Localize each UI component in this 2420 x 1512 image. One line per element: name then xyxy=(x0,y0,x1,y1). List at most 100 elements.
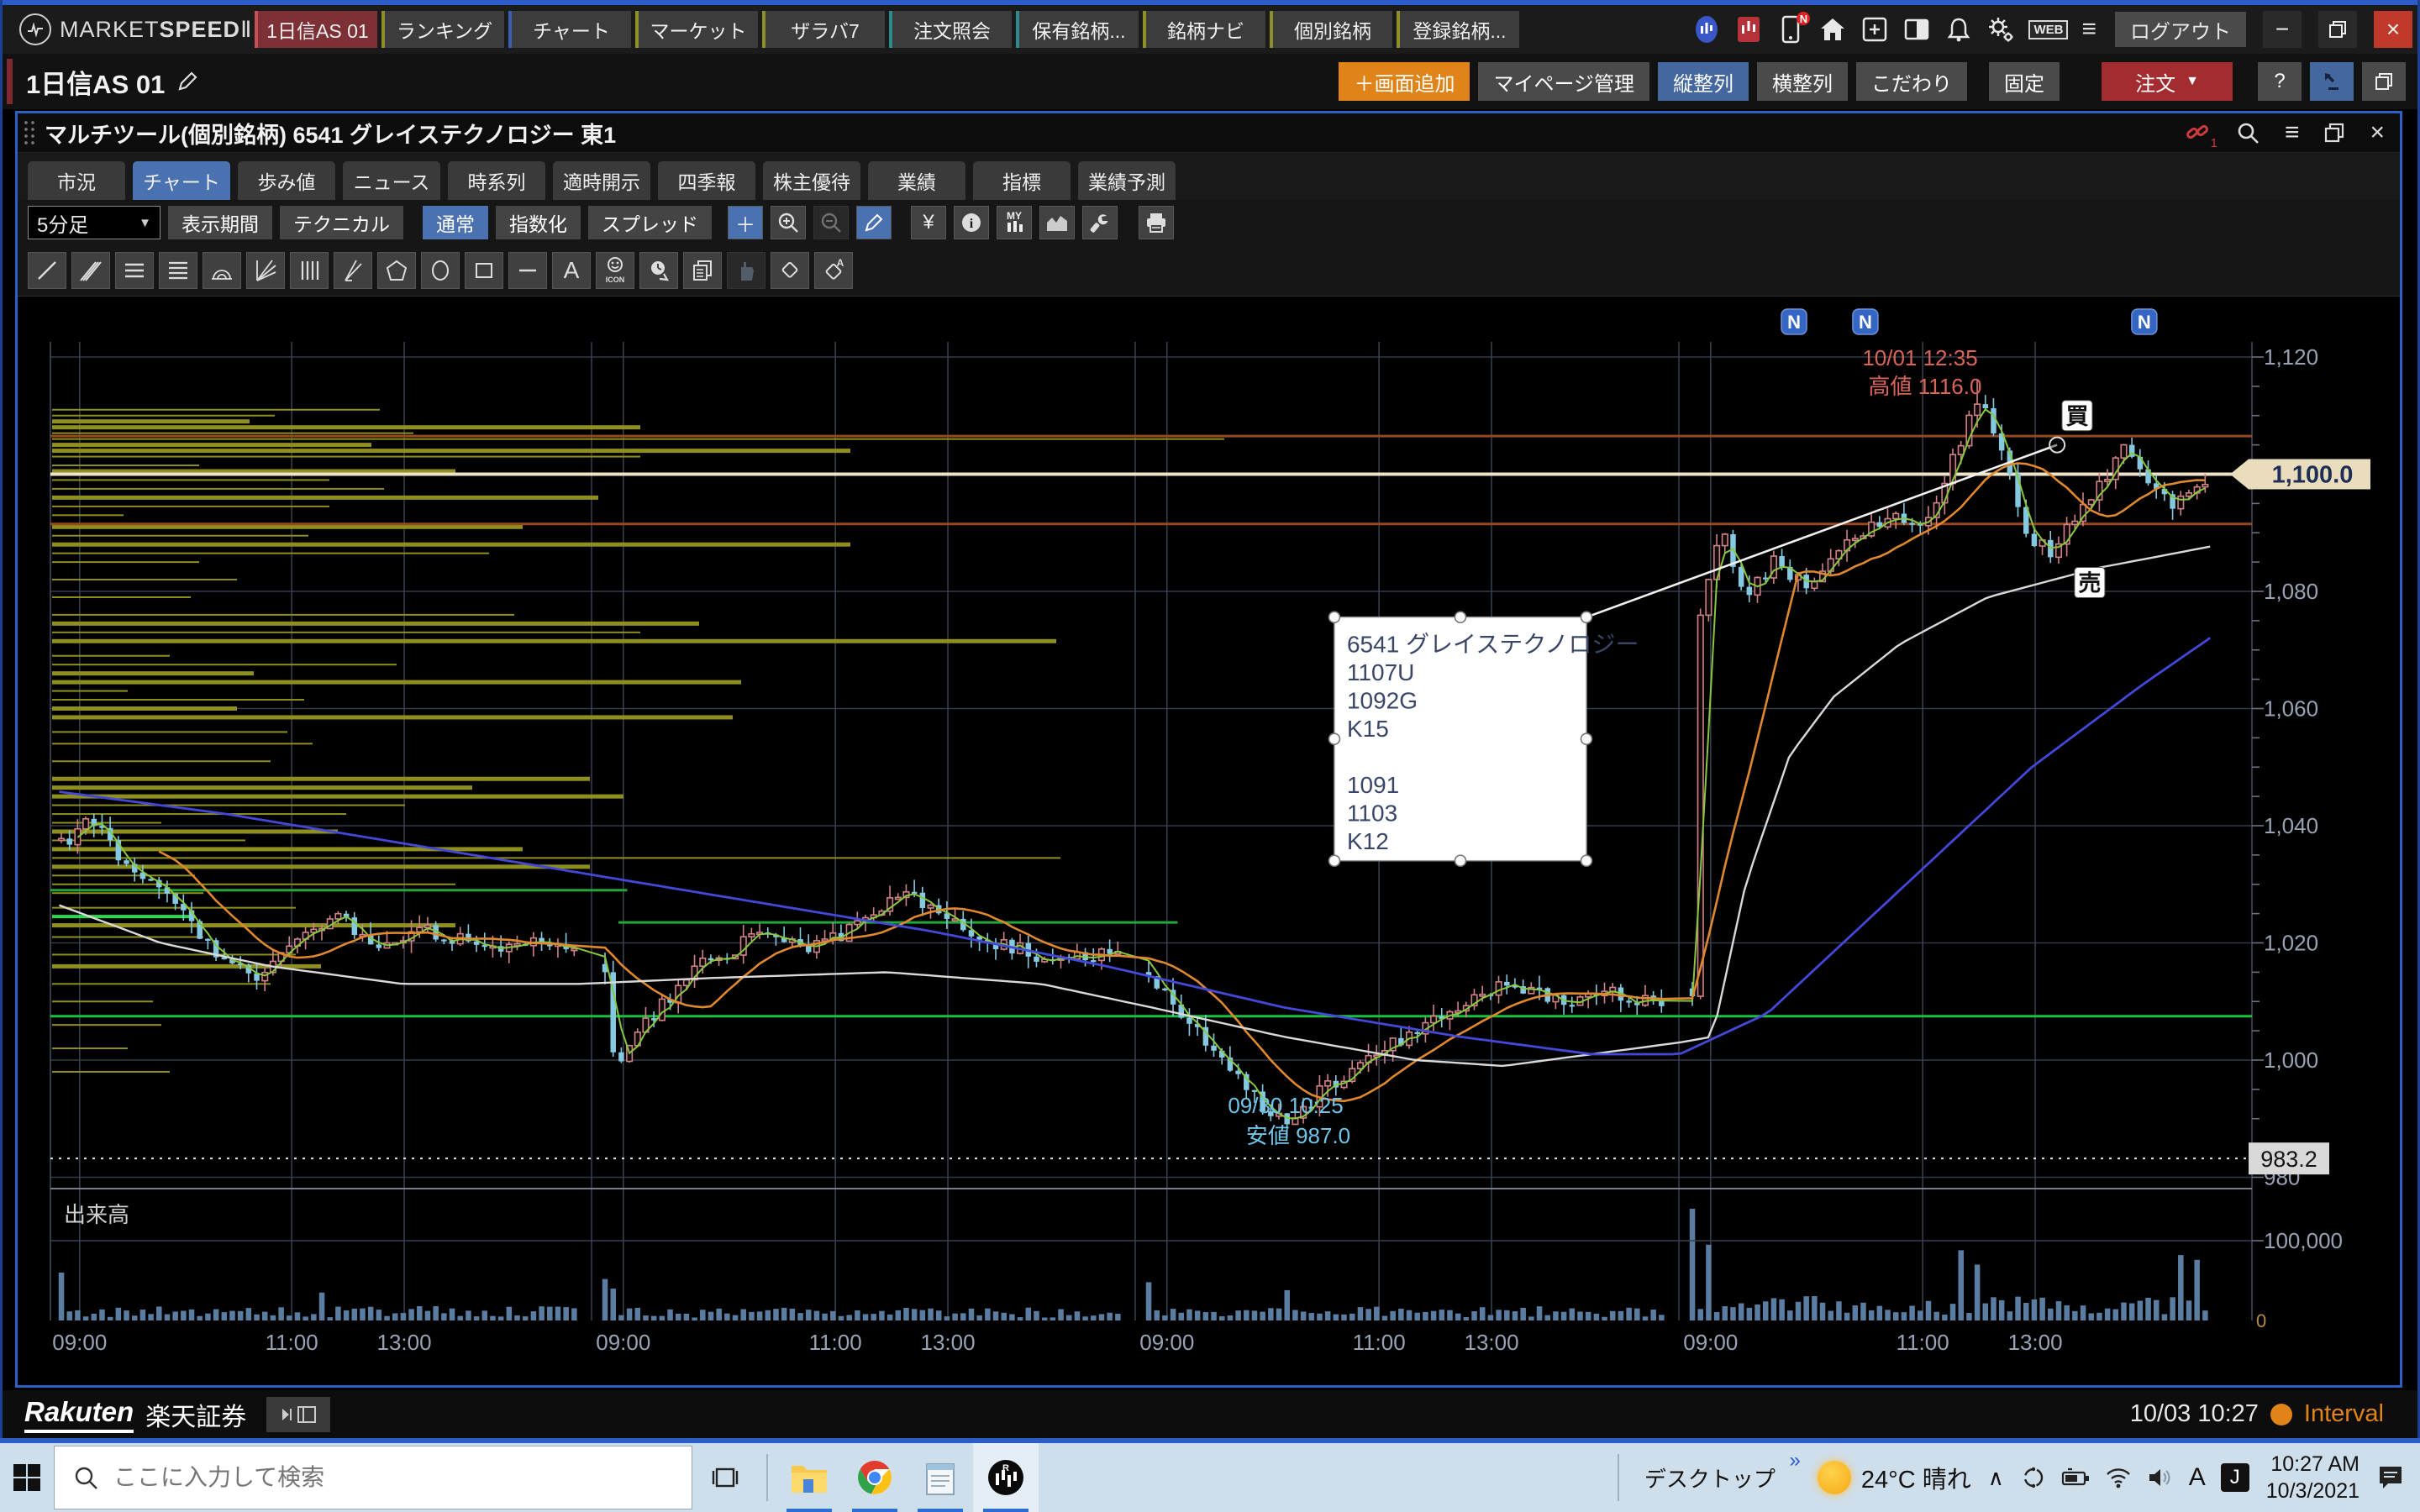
pentagon-tool[interactable] xyxy=(377,252,416,289)
task-view-button[interactable] xyxy=(692,1443,758,1512)
menu-hamburger-icon[interactable]: ≡ xyxy=(2081,17,2096,42)
horizontal-lines-4-tool[interactable] xyxy=(159,252,197,289)
marketspeed-button[interactable]: R xyxy=(973,1443,1039,1512)
home-icon[interactable] xyxy=(1818,15,1847,44)
note-box-handle[interactable] xyxy=(1581,855,1591,866)
print-button[interactable] xyxy=(1139,206,1174,239)
settings-gear-icon[interactable] xyxy=(1986,15,2015,44)
app-minimize-button[interactable]: − xyxy=(2263,11,2302,48)
battery-icon[interactable] xyxy=(2061,1467,2090,1488)
menu-tab-zaraba7[interactable]: ザラバ7 xyxy=(762,11,885,48)
start-button[interactable] xyxy=(0,1443,54,1512)
note-box-handle[interactable] xyxy=(1581,612,1591,622)
zoom-in-button[interactable] xyxy=(771,206,806,239)
my-page-button[interactable]: マイページ管理 xyxy=(1478,62,1649,101)
technical-button[interactable]: テクニカル xyxy=(280,206,403,239)
sync-icon[interactable] xyxy=(2021,1465,2046,1490)
help-button[interactable]: ? xyxy=(2258,62,2302,101)
erase-all-tool[interactable]: A xyxy=(814,252,853,289)
my-chart-button[interactable]: MY xyxy=(997,206,1032,239)
notepad-button[interactable] xyxy=(908,1443,973,1512)
tab-tekijikaiji[interactable]: 適時開示 xyxy=(553,161,650,200)
edit-pencil-icon[interactable] xyxy=(176,71,198,92)
spread-mode-button[interactable]: スプレッド xyxy=(588,206,712,239)
menu-tab-1nichi-shin-as01[interactable]: 1日信AS 01 xyxy=(255,11,377,48)
app-close-button[interactable]: × xyxy=(2374,11,2412,48)
chart-area[interactable]: NNN買売10/01 12:35高値 1116.009/30 10:25安値 9… xyxy=(18,302,2400,1387)
menu-tab-registered-stocks[interactable]: 登録銘柄... xyxy=(1397,11,1519,48)
settings-wrench-button[interactable] xyxy=(1082,206,1118,239)
fan-lines-tool[interactable] xyxy=(246,252,285,289)
menu-tab-order-inquiry[interactable]: 注文照会 xyxy=(889,11,1012,48)
menu-tab-chart[interactable]: チャート xyxy=(508,11,631,48)
display-period-button[interactable]: 表示期間 xyxy=(168,206,272,239)
zoom-out-button[interactable] xyxy=(813,206,849,239)
signal-badge[interactable]: 買 xyxy=(2062,401,2092,431)
chevron-expand-icon[interactable]: » xyxy=(1790,1449,1801,1473)
menu-tab-ranking[interactable]: ランキング xyxy=(381,11,504,48)
ellipse-tool[interactable] xyxy=(421,252,460,289)
ime-mode-j[interactable]: J xyxy=(2221,1463,2249,1492)
notification-center-icon[interactable] xyxy=(2376,1463,2407,1492)
logout-button[interactable]: ログアウト xyxy=(2115,12,2246,47)
eraser-tool[interactable] xyxy=(771,252,809,289)
search-icon[interactable] xyxy=(2236,121,2260,144)
tab-ayumine[interactable]: 歩み値 xyxy=(238,161,335,200)
note-box-handle[interactable] xyxy=(1328,612,1339,622)
note-box-handle[interactable] xyxy=(1455,855,1465,866)
chart-app-blue-icon[interactable] xyxy=(1692,15,1721,44)
news-marker[interactable]: N xyxy=(2132,309,2157,334)
add-screen-button[interactable]: ＋画面追加 xyxy=(1339,62,1470,101)
tab-shikyo[interactable]: 市況 xyxy=(28,161,125,200)
menu-tab-stock-navi[interactable]: 銘柄ナビ xyxy=(1143,11,1265,48)
file-explorer-button[interactable] xyxy=(776,1443,842,1512)
window-copy-button[interactable] xyxy=(2362,62,2406,101)
horizontal-lines-3-tool[interactable] xyxy=(115,252,154,289)
tab-chart[interactable]: チャート xyxy=(133,161,230,200)
statusbar-panel-toggle[interactable] xyxy=(266,1397,330,1432)
parallel-channel-tool[interactable] xyxy=(71,252,110,289)
tab-shihyo[interactable]: 指標 xyxy=(973,161,1071,200)
note-box-handle[interactable] xyxy=(1455,612,1465,622)
tab-shikiho[interactable]: 四季報 xyxy=(658,161,755,200)
window-close-icon[interactable]: × xyxy=(2370,118,2385,147)
menu-tab-individual-stock[interactable]: 個別銘柄 xyxy=(1270,11,1392,48)
tab-gyoseki-yosoku[interactable]: 業績予測 xyxy=(1078,161,1176,200)
kodawari-button[interactable]: こだわり xyxy=(1856,62,1967,101)
crosshair-button[interactable]: ＋ xyxy=(728,206,763,239)
menu-tab-holdings[interactable]: 保有銘柄... xyxy=(1016,11,1139,48)
copy-settings-tool[interactable] xyxy=(683,252,722,289)
volume-icon[interactable] xyxy=(2147,1467,2174,1488)
yen-display-button[interactable]: ¥ xyxy=(911,206,946,239)
horizontal-align-button[interactable]: 横整列 xyxy=(1757,62,1848,101)
order-button[interactable]: 注文▼ xyxy=(2102,62,2233,101)
window-duplicate-icon[interactable] xyxy=(2324,123,2344,143)
search-input[interactable] xyxy=(112,1463,619,1492)
mobile-notification-icon[interactable]: N xyxy=(1776,15,1805,44)
wifi-icon[interactable] xyxy=(2105,1467,2132,1488)
taskbar-clock[interactable]: 10:27 AM 10/3/2021 xyxy=(2266,1451,2360,1505)
info-button[interactable]: i xyxy=(954,206,989,239)
panel-layout-icon[interactable] xyxy=(1902,15,1931,44)
multitool-titlebar[interactable]: マルチツール(個別銘柄) 6541 グレイステクノロジー 東1 1 ≡ × xyxy=(18,113,2400,153)
pin-button[interactable]: 固定 xyxy=(1989,62,2060,101)
trend-line-handle[interactable] xyxy=(2049,438,2065,453)
area-chart-button[interactable] xyxy=(1039,206,1075,239)
horizontal-segment-tool[interactable] xyxy=(508,252,547,289)
price-chart[interactable]: NNN買売10/01 12:35高値 1116.009/30 10:25安値 9… xyxy=(18,302,2400,1387)
desktop-toolbar[interactable]: デスクトップ » xyxy=(1644,1462,1801,1494)
window-menu-icon[interactable]: ≡ xyxy=(2285,120,2300,145)
trendline-tool[interactable] xyxy=(28,252,66,289)
app-restore-button[interactable] xyxy=(2318,11,2357,48)
draw-pencil-button[interactable] xyxy=(856,206,892,239)
fibonacci-arcs-tool[interactable] xyxy=(203,252,241,289)
taskbar-search[interactable] xyxy=(54,1446,692,1509)
ime-mode-a[interactable]: A xyxy=(2189,1463,2206,1492)
news-marker[interactable]: N xyxy=(1781,309,1807,334)
popout-return-button[interactable] xyxy=(2310,62,2354,101)
bell-icon[interactable] xyxy=(1944,15,1973,44)
drag-grip[interactable] xyxy=(23,119,36,146)
vertical-lines-tool[interactable] xyxy=(290,252,329,289)
weather-widget[interactable]: 24°C 晴れ xyxy=(1818,1460,1971,1495)
menu-tab-market[interactable]: マーケット xyxy=(635,11,758,48)
